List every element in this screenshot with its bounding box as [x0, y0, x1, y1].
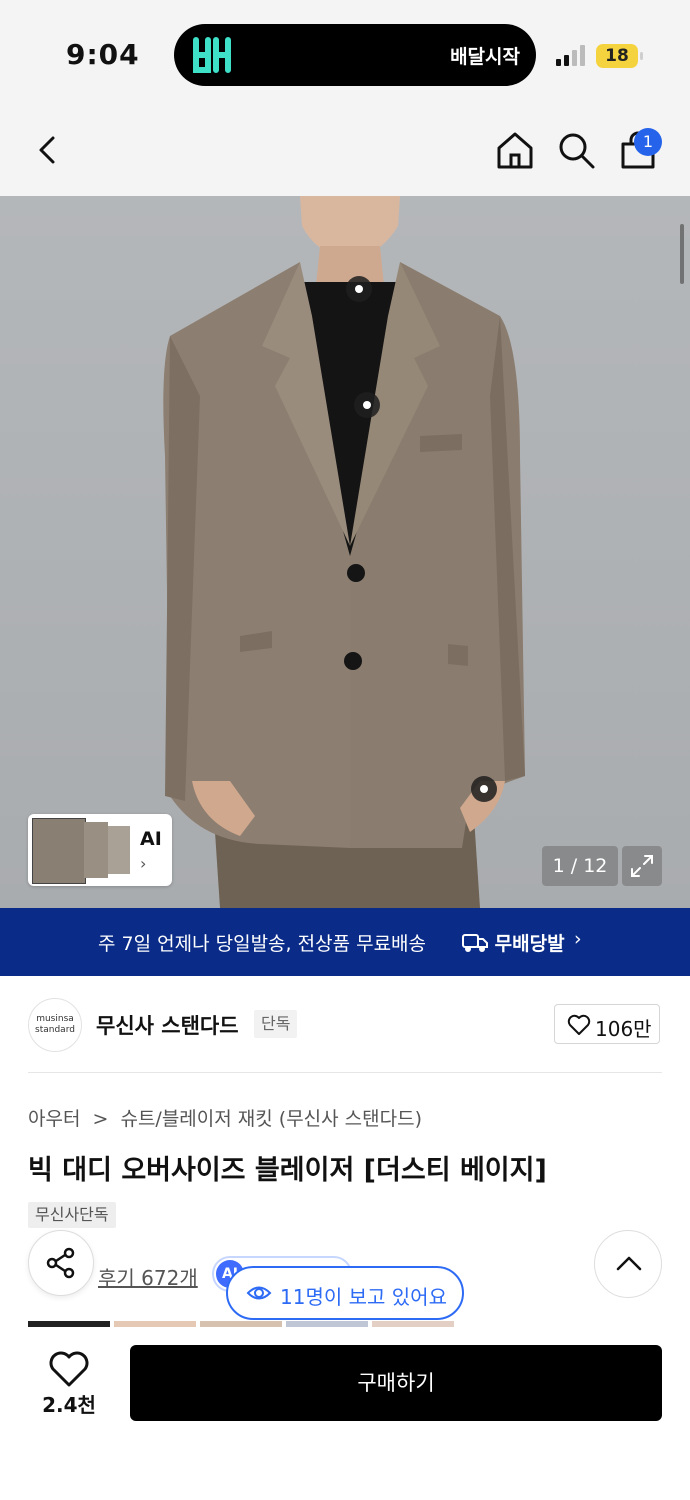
- chevron-right-icon: ›: [140, 854, 147, 873]
- banner-logo-text: 무배당발: [494, 933, 565, 955]
- expand-icon: [631, 855, 653, 877]
- brand-exclusive-tag: 단독: [254, 1010, 298, 1038]
- viewers-count-text: 11명이 보고 있어요: [280, 1285, 447, 1309]
- thumbnail-image: [32, 818, 86, 884]
- scroll-indicator[interactable]: [680, 224, 684, 284]
- status-bar: 9:04 배달시작 18: [0, 0, 690, 104]
- ai-label: AI: [140, 828, 162, 850]
- banner-text: 주 7일 언제나 당일발송, 전상품 무료배송: [98, 933, 427, 955]
- product-photo: [163, 196, 525, 908]
- thumbnail-image: [108, 826, 130, 874]
- brand-name[interactable]: 무신사 스탠다드: [96, 1010, 239, 1040]
- status-time: 9:04: [66, 38, 140, 71]
- product-title: 빅 대디 오버사이즈 블레이저 [더스티 베이지]: [28, 1155, 547, 1186]
- eye-icon: [246, 1286, 272, 1300]
- heart-icon: [567, 1014, 591, 1035]
- banner-logo: 무배당발: [462, 929, 565, 956]
- signal-icon: [556, 45, 585, 66]
- dynamic-island[interactable]: 배달시작: [174, 24, 536, 86]
- cart-count-badge: 1: [634, 128, 662, 156]
- product-tag-dot[interactable]: [354, 392, 380, 418]
- island-status-text: 배달시작: [450, 46, 520, 68]
- image-page-indicator: 1 / 12: [542, 846, 618, 886]
- delivery-banner[interactable]: 주 7일 언제나 당일발송, 전상품 무료배송 무배당발 ›: [0, 908, 690, 976]
- thumbnail-image: [84, 822, 108, 878]
- breadcrumb-item-outer[interactable]: 아우터: [28, 1108, 80, 1130]
- ai-outfit-thumbnail[interactable]: AI ›: [28, 814, 172, 886]
- search-icon[interactable]: [554, 128, 598, 172]
- share-button[interactable]: [28, 1230, 94, 1296]
- delivery-truck-icon: [462, 934, 488, 952]
- battery-icon: 18: [596, 44, 643, 68]
- home-icon[interactable]: [493, 128, 537, 172]
- viewers-count-pill: 11명이 보고 있어요: [226, 1266, 464, 1320]
- brand-like-count: 106만: [595, 1017, 652, 1041]
- brand-like-button[interactable]: 106만: [554, 1004, 660, 1044]
- divider: [28, 1072, 662, 1073]
- brand-logo[interactable]: musinsa standard: [28, 998, 82, 1052]
- product-tag-dot[interactable]: [346, 276, 372, 302]
- buy-button[interactable]: 구매하기: [130, 1345, 662, 1421]
- exclusive-badge: 무신사단독: [28, 1202, 116, 1228]
- brand-logo-line2: standard: [35, 1025, 75, 1035]
- product-image-gallery[interactable]: AI › 1 / 12: [0, 196, 690, 908]
- bottom-purchase-bar: 2.4천 구매하기: [0, 1327, 690, 1500]
- breadcrumb-separator: >: [92, 1108, 109, 1130]
- breadcrumb-item-category[interactable]: 슈트/블레이저 재킷 (무신사 스탠다드): [120, 1108, 422, 1130]
- chevron-up-icon: [616, 1256, 642, 1271]
- breadcrumb: 아우터 > 슈트/블레이저 재킷 (무신사 스탠다드): [28, 1104, 422, 1131]
- brand-logo-line1: musinsa: [36, 1014, 74, 1024]
- product-like-count: 2.4천: [42, 1393, 96, 1417]
- review-link[interactable]: 후기 672개: [98, 1262, 198, 1291]
- heart-icon[interactable]: [48, 1351, 90, 1389]
- back-icon[interactable]: [26, 128, 70, 172]
- top-navigation: [0, 104, 690, 196]
- expand-button[interactable]: [622, 846, 662, 886]
- chevron-right-icon: ›: [574, 928, 582, 950]
- product-tag-dot[interactable]: [471, 776, 497, 802]
- scroll-to-top-button[interactable]: [594, 1230, 662, 1298]
- share-icon: [46, 1247, 75, 1279]
- baemin-logo-icon: [193, 37, 231, 73]
